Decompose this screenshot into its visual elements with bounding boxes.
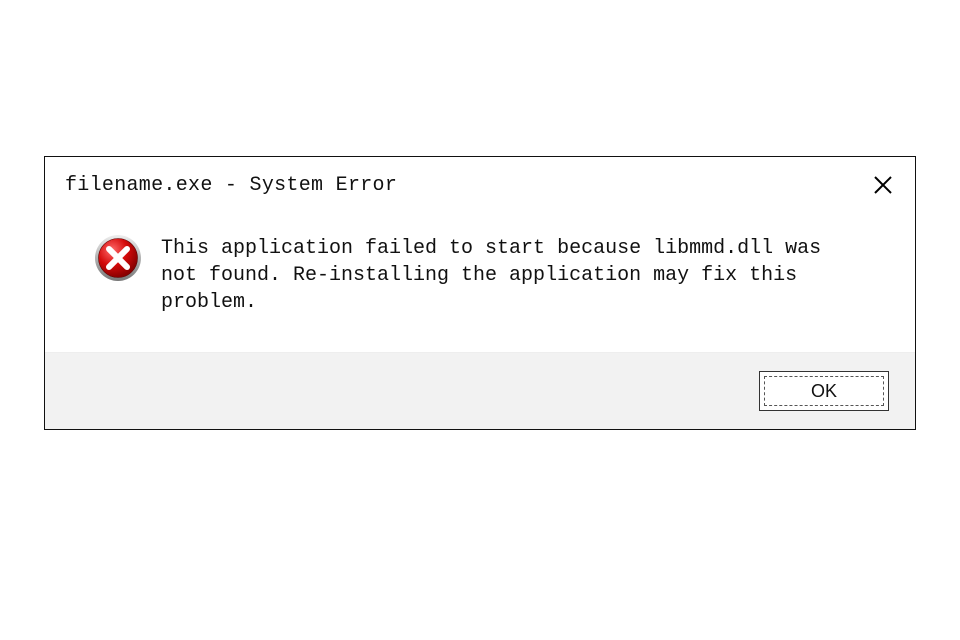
dialog-title: filename.exe - System Error [65, 174, 397, 197]
dialog-message: This application failed to start because… [161, 233, 861, 316]
dialog-body: This application failed to start because… [45, 209, 915, 352]
error-dialog: filename.exe - System Error [44, 156, 916, 430]
ok-button[interactable]: OK [759, 371, 889, 411]
dialog-footer: OK [45, 352, 915, 429]
dialog-titlebar: filename.exe - System Error [45, 157, 915, 209]
error-x-icon [93, 233, 143, 283]
close-button[interactable] [869, 171, 897, 199]
ok-button-label: OK [811, 381, 837, 402]
close-icon [872, 174, 894, 196]
